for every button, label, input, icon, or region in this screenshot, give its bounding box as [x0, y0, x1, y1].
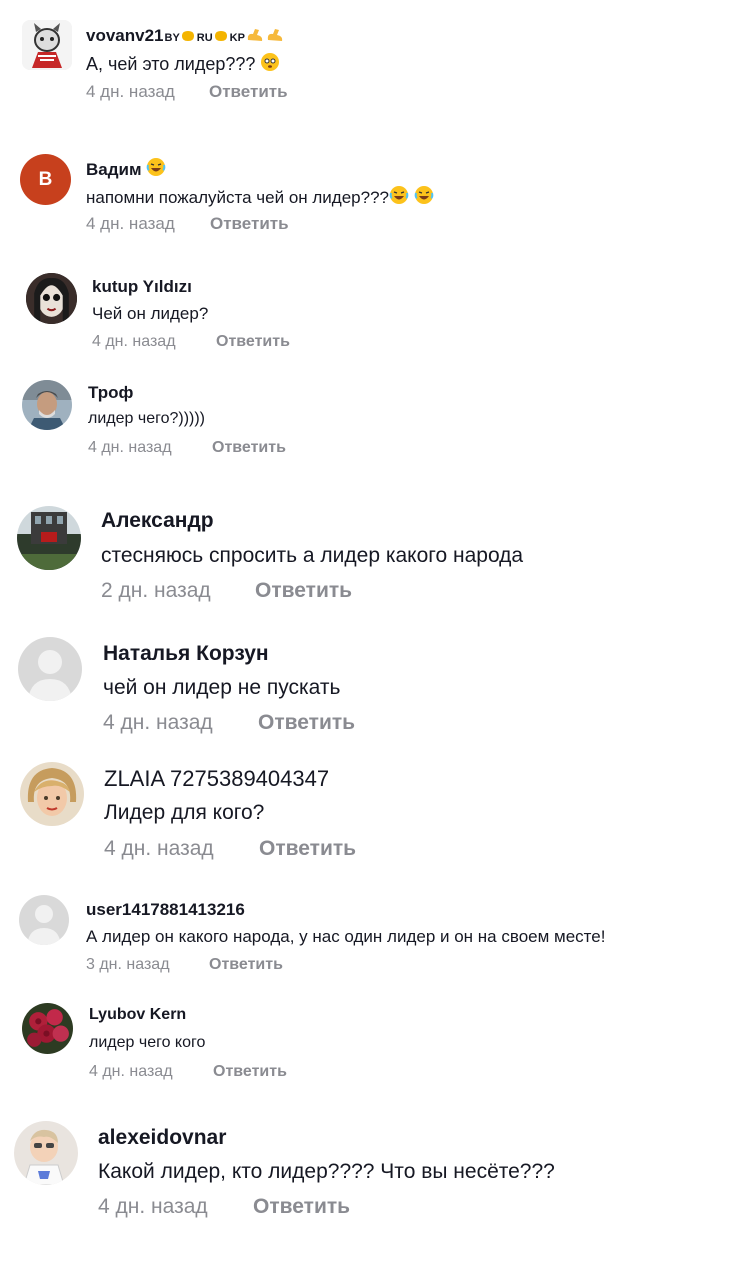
muscle-icon — [265, 27, 285, 48]
country-badge: BY — [164, 32, 180, 44]
cat-avatar-icon — [22, 20, 72, 70]
child-photo-icon — [14, 1121, 78, 1185]
user-placeholder-icon — [19, 895, 69, 945]
author-name: vovanv21 — [86, 26, 164, 45]
comment-time: 4 дн. назад — [88, 439, 172, 456]
reply-button[interactable]: Ответить — [253, 1195, 350, 1219]
reply-button[interactable]: Ответить — [210, 214, 289, 234]
comment-time: 4 дн. назад — [104, 837, 214, 860]
comment-author[interactable]: kutup Yıldızı — [92, 277, 192, 297]
man-photo-icon — [22, 380, 72, 430]
comment-text: лидер чего?))))) — [88, 410, 206, 427]
country-badge: RU — [196, 32, 213, 44]
comment-time: 4 дн. назад — [86, 214, 175, 233]
laughing-face-icon — [414, 185, 434, 210]
comment-time: 2 дн. назад — [101, 579, 211, 602]
comment-author[interactable]: ZLAIA 7275389404347 — [104, 766, 329, 792]
face-photo-icon — [26, 273, 77, 324]
comment-text: стесняюсь спросить а лидер какого народа — [101, 544, 524, 567]
laughing-face-icon — [389, 185, 409, 210]
comment-text: Чей он лидер? — [92, 304, 209, 323]
comment-author[interactable]: Наталья Корзун — [103, 642, 269, 666]
flag-icon — [213, 28, 229, 48]
comment-text: А лидер он какого народа, у нас один лид… — [86, 927, 606, 946]
woman-photo-icon — [20, 762, 84, 826]
avatar[interactable] — [22, 380, 72, 430]
muscle-icon — [245, 27, 265, 48]
comment-author[interactable]: Вадим — [86, 157, 166, 182]
reply-button[interactable]: Ответить — [259, 837, 356, 861]
avatar[interactable] — [19, 895, 69, 945]
comment-text: Какой лидер, кто лидер???? Что вы несёте… — [98, 1160, 555, 1183]
comment-text: напомни пожалуйста чей он лидер??? — [86, 185, 434, 210]
roses-photo-icon — [22, 1003, 73, 1054]
comment-time: 4 дн. назад — [103, 711, 213, 734]
comment-author[interactable]: Троф — [88, 383, 133, 403]
comment-author[interactable]: Александр — [101, 509, 214, 533]
comment-author[interactable]: alexeidovnar — [98, 1126, 226, 1150]
laughing-face-icon — [146, 157, 166, 182]
avatar[interactable] — [14, 1121, 78, 1185]
avatar[interactable]: B — [20, 154, 71, 205]
comment-text: А, чей это лидер??? — [86, 52, 280, 77]
building-photo-icon — [17, 506, 81, 570]
flag-icon — [180, 28, 196, 48]
avatar[interactable] — [18, 637, 82, 701]
user-placeholder-icon — [18, 637, 82, 701]
comment-time: 4 дн. назад — [98, 1195, 208, 1218]
flushed-face-icon — [260, 52, 280, 77]
comment-text: чей он лидер не пускать — [103, 676, 341, 699]
avatar-letter: B — [38, 169, 53, 190]
avatar[interactable] — [20, 762, 84, 826]
avatar[interactable] — [22, 20, 72, 70]
country-badge: KP — [229, 32, 245, 44]
comment-time: 4 дн. назад — [89, 1063, 173, 1080]
reply-button[interactable]: Ответить — [255, 579, 352, 603]
comment-time: 4 дн. назад — [86, 82, 175, 101]
reply-button[interactable]: Ответить — [212, 439, 286, 457]
avatar[interactable] — [22, 1003, 73, 1054]
reply-button[interactable]: Ответить — [209, 956, 283, 974]
avatar[interactable] — [26, 273, 77, 324]
avatar[interactable] — [17, 506, 81, 570]
reply-button[interactable]: Ответить — [209, 82, 288, 102]
comment-text: Лидер для кого? — [104, 801, 265, 824]
comment-time: 3 дн. назад — [86, 956, 170, 973]
reply-button[interactable]: Ответить — [216, 333, 290, 351]
reply-button[interactable]: Ответить — [213, 1063, 287, 1081]
comment-author[interactable]: Lyubov Kern — [89, 1006, 186, 1024]
reply-button[interactable]: Ответить — [258, 711, 355, 735]
comment-author[interactable]: user1417881413216 — [86, 900, 245, 920]
comment-author[interactable]: vovanv21BY RU KP — [86, 26, 285, 48]
comment-text: лидер чего кого — [89, 1034, 206, 1051]
comment-time: 4 дн. назад — [92, 333, 176, 350]
